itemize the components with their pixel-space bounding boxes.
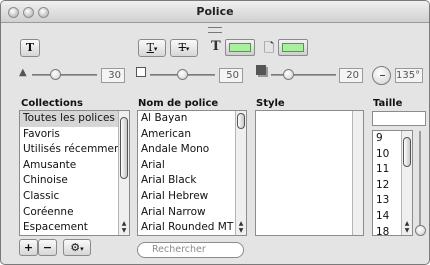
size-slider[interactable] [415, 225, 426, 236]
scroll-thumb[interactable] [120, 117, 128, 179]
shadow-offset-slider[interactable] [283, 69, 294, 80]
list-item[interactable]: Andale Mono [138, 142, 246, 158]
shadow-opacity-slider[interactable] [50, 69, 61, 80]
scroll-arrows-icon[interactable]: ▲ ▼ [237, 220, 245, 234]
document-color-icon: 🗋 [264, 41, 275, 56]
underline-icon: T [146, 41, 154, 54]
list-item[interactable]: Chinoise [20, 173, 129, 189]
scroll-arrows-icon[interactable]: ▲ ▼ [120, 220, 128, 234]
font-name-header: Nom de police [138, 98, 219, 109]
list-item[interactable]: Coréenne [20, 205, 129, 221]
list-item[interactable]: Arial Black [138, 173, 246, 189]
document-color-swatch [282, 43, 304, 52]
list-item[interactable]: Arial Hebrew [138, 189, 246, 205]
list-item[interactable]: Amusante [20, 158, 129, 174]
shadow-blur-icon [136, 67, 146, 77]
scroll-thumb[interactable] [237, 113, 245, 129]
shadow-blur-field[interactable]: 50 [219, 68, 243, 83]
list-item[interactable]: Espacement [20, 220, 129, 235]
size-header: Taille [373, 98, 403, 109]
dial-indicator-icon [380, 75, 385, 76]
toolbar-grip-icon[interactable] [208, 27, 222, 33]
scroll-arrows-icon[interactable]: ▲ ▼ [403, 220, 411, 234]
gear-icon: ⚙ [70, 241, 81, 254]
text-style-icon: T [25, 41, 35, 54]
list-item[interactable]: Toutes les polices [20, 111, 129, 127]
text-color-swatch [229, 43, 251, 52]
style-scrollbar[interactable] [352, 111, 363, 235]
text-style-button[interactable]: T [20, 39, 40, 57]
font-panel-window: Police T T▾ T▾ T 🗋 ▲ 30 50 20 135° Colle… [0, 0, 430, 265]
collections-list[interactable]: Toutes les polices Favoris Utilisés réce… [19, 110, 130, 236]
shadow-offset-track [271, 74, 336, 76]
document-color-well[interactable] [278, 39, 308, 56]
list-item[interactable]: Classic [20, 189, 129, 205]
plus-icon: + [23, 241, 34, 254]
chevron-down-icon: ▾ [185, 45, 190, 53]
collections-scrollbar[interactable]: ▲ ▼ [118, 111, 129, 235]
search-field[interactable]: Rechercher [137, 242, 244, 258]
list-item[interactable]: Utilisés récemment [20, 142, 129, 158]
font-name-list[interactable]: Al Bayan American Andale Mono Arial Aria… [137, 110, 247, 236]
title-bar[interactable]: Police [1, 1, 429, 23]
scroll-thumb[interactable] [403, 137, 411, 167]
list-item[interactable]: Al Bayan [138, 111, 246, 127]
style-header: Style [256, 98, 285, 109]
chevron-down-icon: ▾ [80, 245, 84, 253]
add-collection-button[interactable]: + [19, 239, 38, 256]
shadow-angle-field[interactable]: 135° [395, 68, 423, 83]
size-slider-track [419, 131, 421, 227]
shadow-opacity-field[interactable]: 30 [101, 68, 125, 83]
collections-header: Collections [21, 98, 83, 109]
underline-popup[interactable]: T▾ [138, 39, 166, 57]
shadow-angle-dial[interactable] [372, 66, 391, 85]
text-color-well[interactable] [225, 39, 255, 56]
list-item[interactable]: Arial Narrow [138, 205, 246, 221]
minus-icon: − [42, 241, 53, 254]
style-list[interactable] [255, 110, 364, 236]
shadow-opacity-icon: ▲ [19, 67, 27, 78]
font-name-scrollbar[interactable]: ▲ ▼ [235, 111, 246, 235]
shadow-opacity-track [32, 74, 97, 76]
list-item[interactable]: Arial Rounded MT [138, 220, 246, 235]
strikethrough-icon: T [178, 41, 186, 54]
text-color-icon: T [211, 39, 221, 54]
size-input[interactable] [372, 111, 426, 126]
strikethrough-popup[interactable]: T▾ [170, 39, 198, 57]
shadow-blur-slider[interactable] [177, 69, 188, 80]
list-item[interactable]: American [138, 127, 246, 143]
shadow-offset-icon [256, 65, 266, 75]
size-scrollbar[interactable]: ▲ ▼ [401, 131, 412, 235]
remove-collection-button[interactable]: − [38, 239, 57, 256]
search-placeholder: Rechercher [152, 244, 206, 255]
shadow-offset-field[interactable]: 20 [339, 68, 363, 83]
list-item[interactable]: Arial [138, 158, 246, 174]
chevron-down-icon: ▾ [153, 45, 158, 53]
action-menu-button[interactable]: ⚙▾ [63, 239, 91, 256]
list-item[interactable]: Favoris [20, 127, 129, 143]
window-title: Police [196, 5, 234, 18]
size-list[interactable]: 9 10 11 12 13 14 18 ▲ ▼ [372, 130, 413, 236]
